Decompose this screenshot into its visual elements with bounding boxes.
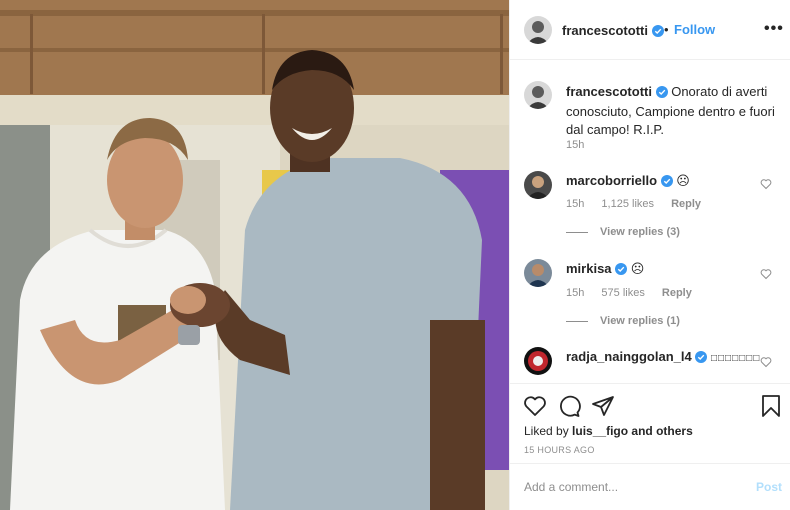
post-comment-button[interactable]: Post bbox=[756, 480, 782, 494]
comment-avatar[interactable] bbox=[524, 259, 552, 287]
comment-meta: 15h 575 likes Reply bbox=[566, 287, 706, 299]
comment-avatar[interactable] bbox=[524, 347, 552, 375]
comment-time[interactable]: 15h bbox=[566, 198, 584, 210]
photo-illustration bbox=[0, 0, 509, 510]
author-username[interactable]: francescototti bbox=[562, 23, 648, 38]
comment-username[interactable]: mirkisa bbox=[566, 261, 612, 276]
view-replies-label: View replies (1) bbox=[600, 315, 680, 327]
liked-others[interactable]: and others bbox=[631, 424, 692, 438]
caption-username[interactable]: francescototti bbox=[566, 84, 652, 99]
liked-by: Liked by luis__figo and others bbox=[524, 424, 693, 438]
comment-avatar[interactable] bbox=[524, 171, 552, 199]
post-sidebar: francescototti • Follow ••• francescotot… bbox=[509, 0, 790, 510]
header-separator: • bbox=[664, 22, 669, 37]
verified-badge-icon bbox=[652, 24, 665, 42]
replies-divider bbox=[566, 320, 588, 322]
reply-button[interactable]: Reply bbox=[671, 198, 701, 210]
verified-badge-icon bbox=[615, 263, 628, 278]
comment-text: ☹ bbox=[676, 173, 690, 188]
comment-meta: 15h 1,125 likes Reply bbox=[566, 198, 715, 210]
comment-icon[interactable] bbox=[557, 394, 581, 423]
verified-badge-icon bbox=[655, 85, 668, 103]
comment-time[interactable]: 15h bbox=[566, 287, 584, 299]
post-actions: Liked by luis__figo and others 15 HOURS … bbox=[510, 383, 790, 463]
caption-time[interactable]: 15h bbox=[566, 139, 584, 151]
comment-likes[interactable]: 1,125 likes bbox=[601, 198, 654, 210]
like-icon[interactable] bbox=[523, 394, 547, 423]
author-avatar[interactable] bbox=[524, 16, 552, 44]
comment-text: ☹ bbox=[630, 261, 645, 276]
comment-item: marcoborriello ☹ bbox=[566, 173, 690, 190]
comment-like-icon[interactable] bbox=[760, 355, 772, 373]
view-replies-button[interactable]: View replies (3) bbox=[566, 226, 680, 238]
verified-badge-icon bbox=[695, 351, 708, 366]
comment-username[interactable]: radja_nainggolan_l4 bbox=[566, 349, 692, 364]
comment-like-icon[interactable] bbox=[760, 177, 772, 195]
comment-likes[interactable]: 575 likes bbox=[601, 287, 644, 299]
comment-item: mirkisa ☹ bbox=[566, 261, 644, 278]
save-icon[interactable] bbox=[760, 394, 782, 423]
caption-avatar[interactable] bbox=[524, 81, 552, 109]
post-header: francescototti • Follow ••• bbox=[510, 0, 790, 60]
replies-divider bbox=[566, 231, 588, 233]
liked-user[interactable]: luis__figo bbox=[572, 424, 628, 438]
liked-prefix: Liked by bbox=[524, 424, 569, 438]
post-photo bbox=[0, 0, 509, 510]
caption-meta: 15h bbox=[566, 139, 598, 151]
comment-input[interactable] bbox=[524, 478, 734, 496]
verified-badge-icon bbox=[660, 175, 673, 190]
comment-username[interactable]: marcoborriello bbox=[566, 173, 657, 188]
share-icon[interactable] bbox=[591, 394, 615, 423]
reply-button[interactable]: Reply bbox=[662, 287, 692, 299]
comment-composer: Post bbox=[510, 463, 790, 510]
view-replies-button[interactable]: View replies (1) bbox=[566, 315, 680, 327]
comment-like-icon[interactable] bbox=[760, 267, 772, 285]
comments-list[interactable]: francescototti Onorato di averti conosci… bbox=[510, 61, 790, 383]
more-options-icon[interactable]: ••• bbox=[764, 20, 784, 38]
caption: francescototti Onorato di averti conosci… bbox=[566, 83, 776, 139]
comment-text: □□□□□□□ bbox=[710, 353, 761, 364]
follow-button[interactable]: Follow bbox=[674, 22, 715, 37]
view-replies-label: View replies (3) bbox=[600, 226, 680, 238]
post-timestamp[interactable]: 15 HOURS AGO bbox=[524, 445, 595, 455]
comment-item: radja_nainggolan_l4 □□□□□□□ bbox=[566, 349, 760, 366]
